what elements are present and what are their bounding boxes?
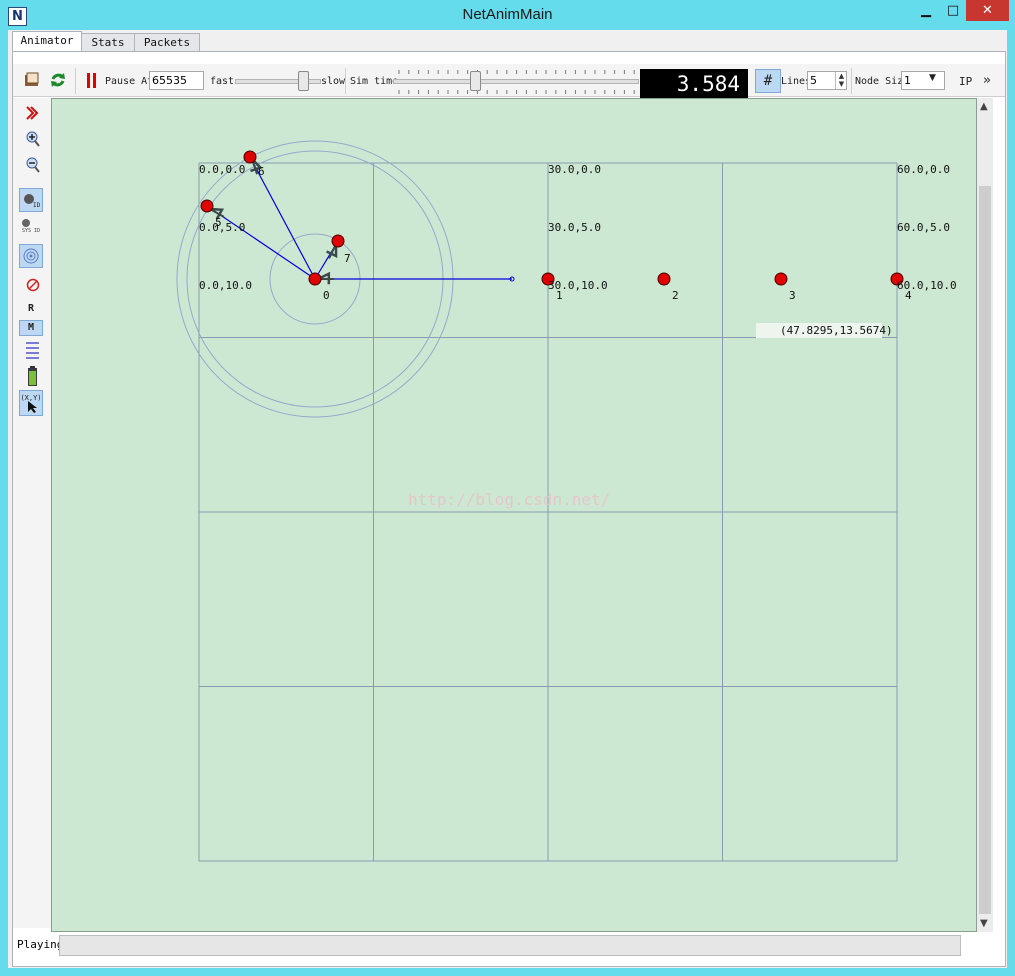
- node-6: [243, 150, 257, 164]
- sim-time-label: Sim time: [350, 76, 399, 87]
- node-label-7: 7: [344, 252, 351, 265]
- title-bar: N NetAnimMain ▁ □ ✕: [0, 0, 1015, 30]
- xy-pointer-button[interactable]: (X,Y): [19, 390, 43, 416]
- status-bar: Playing: [13, 933, 1005, 963]
- wireless-spiral-icon: [23, 248, 39, 264]
- minimize-button[interactable]: ▁: [912, 0, 940, 21]
- spinbox-arrows[interactable]: ▲ ▼: [835, 72, 847, 89]
- show-sys-id-button[interactable]: SYS ID: [19, 214, 43, 236]
- vertical-scrollbar[interactable]: ▲ ▼: [977, 98, 993, 932]
- sim-time-ticks: [398, 70, 635, 94]
- scroll-down-icon[interactable]: ▼: [980, 918, 988, 929]
- zoom-in-icon[interactable]: [25, 130, 41, 148]
- window-title: NetAnimMain: [462, 6, 553, 23]
- r-button[interactable]: R: [19, 300, 43, 318]
- svg-text:ID: ID: [33, 202, 41, 209]
- battery-icon[interactable]: [27, 366, 39, 388]
- maximize-button[interactable]: □: [940, 0, 966, 21]
- node-0: [308, 272, 322, 286]
- node-3: [774, 272, 788, 286]
- pause-at-input[interactable]: 65535: [149, 71, 204, 90]
- toolbar-more-button[interactable]: »: [983, 73, 991, 88]
- pause-icon[interactable]: [85, 72, 99, 90]
- node-5: [200, 199, 214, 213]
- fast-label: fast: [210, 76, 235, 87]
- node-label-6: 6: [258, 165, 265, 178]
- node-label-3: 3: [789, 289, 796, 302]
- open-file-icon[interactable]: [23, 71, 41, 89]
- tab-stats[interactable]: Stats: [81, 33, 135, 52]
- main-client-area: Animator Stats Packets Pause At 65535 fa…: [8, 30, 1007, 968]
- zoom-out-icon[interactable]: [25, 156, 41, 174]
- toolbar-separator: [851, 68, 852, 94]
- grid-coordinate-label: 30.0,10.0: [548, 279, 608, 292]
- pause-at-label: Pause At: [105, 76, 154, 87]
- watermark: http://blog.csdn.net/: [408, 490, 610, 509]
- node-label-2: 2: [672, 289, 679, 302]
- tab-animator[interactable]: Animator: [12, 31, 82, 53]
- left-sidebar: ID SYS ID R M (X,Y): [13, 98, 51, 928]
- scrollbar-thumb[interactable]: [979, 186, 991, 914]
- sim-time-display: 3.584: [640, 69, 748, 99]
- toolbar: Pause At 65535 fast slow Sim time 3.584 …: [13, 64, 1005, 99]
- svg-text:SYS ID: SYS ID: [22, 228, 40, 234]
- close-button[interactable]: ✕: [966, 0, 1009, 21]
- grid-coordinate-label: 0.0,0.0: [199, 163, 245, 176]
- app-window: N NetAnimMain ▁ □ ✕ Animator Stats Packe…: [0, 0, 1015, 976]
- grid-coordinate-label: 0.0,10.0: [199, 279, 252, 292]
- m-button[interactable]: M: [19, 320, 43, 336]
- ip-button[interactable]: IP: [959, 75, 972, 88]
- reload-icon[interactable]: [49, 71, 67, 89]
- status-text: Playing: [17, 938, 64, 951]
- node-7: [331, 234, 345, 248]
- grid-coordinate-label: 60.0,0.0: [897, 163, 950, 176]
- no-entry-icon[interactable]: [26, 278, 40, 292]
- grid-coordinate-label: 0.0,5.0: [199, 221, 245, 234]
- sys-id-icon: SYS ID: [22, 219, 40, 234]
- chevron-down-icon[interactable]: ▼: [929, 73, 936, 83]
- grid-coordinate-label: 30.0,5.0: [548, 221, 601, 234]
- cursor-arrow-icon: [28, 401, 37, 413]
- toolbar-separator: [345, 68, 346, 94]
- node-size-select[interactable]: 1: [901, 71, 945, 90]
- topology-view: 0 1 2 3 4567 0.0,0.0 30.0,0.0 60.0,0.00.0,5.0 3…: [176, 140, 957, 862]
- toolbar-separator: [75, 68, 76, 94]
- scroll-up-icon[interactable]: ▲: [980, 101, 988, 112]
- show-node-id-button[interactable]: ID: [19, 188, 43, 212]
- grid-coordinate-label: 60.0,5.0: [897, 221, 950, 234]
- animation-canvas[interactable]: 01234567 0.0,0.0 30.0,0.0 60.0,0.0 0.0,5.0 3…: [51, 98, 977, 932]
- node-label-0: 0: [323, 289, 330, 302]
- status-progress-bar: [59, 935, 961, 956]
- node-2: [657, 272, 671, 286]
- node-id-icon: ID: [24, 194, 41, 209]
- grid-toggle-button[interactable]: #: [755, 69, 781, 93]
- list-lines-icon[interactable]: [25, 340, 41, 360]
- tab-packets[interactable]: Packets: [134, 33, 200, 52]
- sim-time-slider-thumb[interactable]: [470, 71, 481, 91]
- mouse-coordinate-readout: (47.8295,13.5674): [780, 324, 893, 337]
- slow-label: slow: [321, 76, 346, 87]
- grid-coordinate-label: 60.0,10.0: [897, 279, 957, 292]
- animator-panel: Pause At 65535 fast slow Sim time 3.584 …: [12, 51, 1006, 967]
- grid-coordinate-label: 30.0,0.0: [548, 163, 601, 176]
- speed-slider-thumb[interactable]: [298, 71, 309, 91]
- wireless-circles-button[interactable]: [19, 244, 43, 268]
- expand-chevron-icon[interactable]: [25, 106, 39, 120]
